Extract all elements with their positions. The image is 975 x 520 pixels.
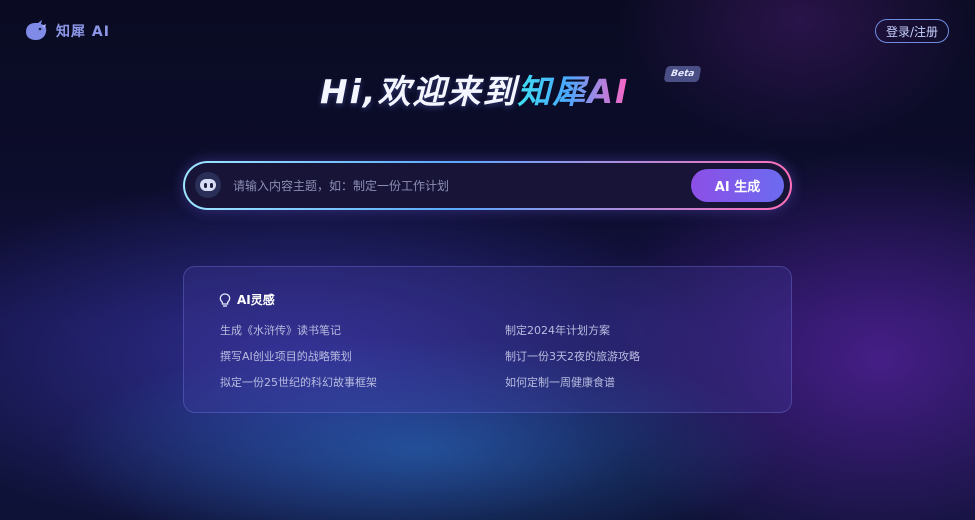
suggestion-item[interactable]: 撰写AI创业项目的战略策划 bbox=[220, 348, 352, 364]
suggestion-item[interactable]: 制定2024年计划方案 bbox=[505, 322, 610, 338]
beta-badge: Beta bbox=[663, 66, 702, 82]
search-bar-inner: AI 生成 bbox=[185, 163, 790, 208]
inspiration-title: AI灵感 bbox=[237, 293, 275, 307]
hero-greeting: Hi,欢迎来到 bbox=[320, 72, 518, 111]
inspiration-header: AI灵感 bbox=[219, 291, 275, 308]
hero-brand: 知犀AI bbox=[517, 65, 629, 113]
inspiration-panel: AI灵感 生成《水浒传》读书笔记 制定2024年计划方案 撰写AI创业项目的战略… bbox=[183, 266, 792, 413]
robot-icon bbox=[195, 172, 221, 198]
hero-title: Hi,欢迎来到 知犀AI bbox=[320, 64, 629, 114]
topic-input[interactable] bbox=[231, 172, 675, 200]
lightbulb-icon bbox=[219, 292, 231, 307]
logo-text: 知犀 AI bbox=[56, 24, 110, 40]
robot-face bbox=[200, 179, 216, 191]
suggestion-item[interactable]: 如何定制一周健康食谱 bbox=[505, 374, 615, 390]
ai-generate-button[interactable]: AI 生成 bbox=[691, 169, 784, 202]
suggestion-item[interactable]: 拟定一份25世纪的科幻故事框架 bbox=[220, 374, 377, 390]
logo[interactable]: 知犀 AI bbox=[24, 20, 110, 42]
search-bar: AI 生成 bbox=[183, 161, 792, 210]
login-register-button[interactable]: 登录/注册 bbox=[875, 19, 949, 43]
suggestion-item[interactable]: 生成《水浒传》读书笔记 bbox=[220, 322, 341, 338]
rhino-logo-icon bbox=[26, 20, 47, 40]
suggestion-item[interactable]: 制订一份3天2夜的旅游攻略 bbox=[505, 348, 640, 364]
